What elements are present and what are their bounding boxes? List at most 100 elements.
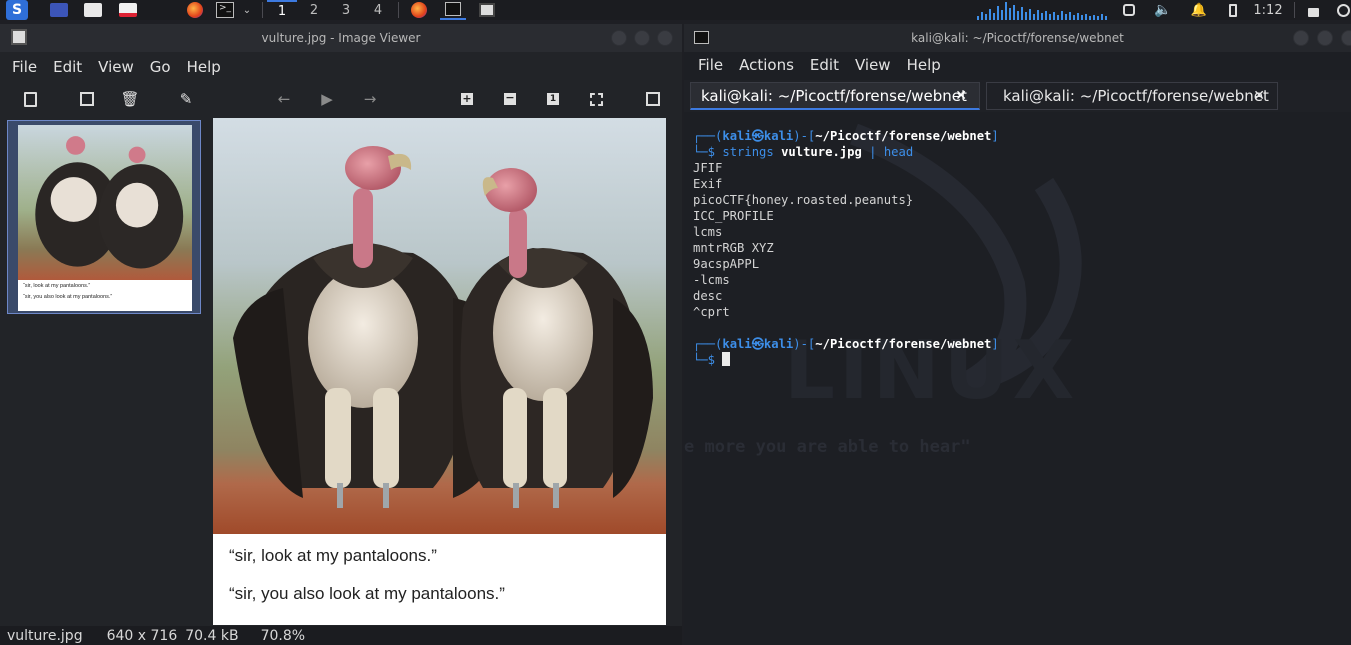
file-manager-icon[interactable] xyxy=(82,0,104,20)
maximize-button[interactable] xyxy=(634,30,650,46)
close-tab-icon[interactable]: ✕ xyxy=(1253,88,1265,104)
command-pipe: | head xyxy=(869,145,914,159)
open-file-icon[interactable] xyxy=(21,90,39,108)
network-icon[interactable] xyxy=(1120,0,1138,20)
output-line: 9acspAPPL xyxy=(693,257,760,271)
workspace-3[interactable]: 3 xyxy=(331,0,361,20)
terminal-window-icon[interactable] xyxy=(440,0,466,20)
terminal-app-icon xyxy=(694,31,709,44)
image-viewer-app-icon xyxy=(11,29,27,45)
taskbar-divider xyxy=(1294,2,1295,18)
output-line: desc xyxy=(693,289,723,303)
output-line: -lcms xyxy=(693,273,730,287)
prompt-line-2: ┌──(kali㉿kali)-[~/Picoctf/forense/webnet… xyxy=(693,337,999,351)
chevron-down-icon[interactable]: ⌄ xyxy=(240,0,254,20)
close-tab-icon[interactable]: ✕ xyxy=(955,88,967,104)
thumbnail-caption-line-1: “sir, look at my pantaloons.” xyxy=(23,283,91,289)
kali-menu-icon[interactable]: S xyxy=(4,0,30,20)
input-line[interactable]: └─$ xyxy=(693,352,999,368)
terminal-menu-actions[interactable]: Actions xyxy=(733,56,800,74)
fullscreen-icon[interactable] xyxy=(644,90,662,108)
clock[interactable]: 1:12 xyxy=(1252,0,1284,20)
terminal-tab-1-label: kali@kali: ~/Picoctf/forense/webnet xyxy=(701,86,967,105)
terminal-output[interactable]: ┌──(kali㉿kali)-[~/Picoctf/forense/webnet… xyxy=(693,128,999,368)
terminal-menubar: File Actions Edit View Help xyxy=(684,50,1351,80)
terminal-menu-view[interactable]: View xyxy=(849,56,897,74)
terminal-close-button[interactable] xyxy=(1341,30,1351,46)
status-filesize: 70.4 kB xyxy=(185,627,239,644)
terminal-menu-edit[interactable]: Edit xyxy=(804,56,845,74)
workspace-4[interactable]: 4 xyxy=(363,0,393,20)
edit-pencil-icon[interactable]: ✎ xyxy=(177,90,195,108)
notification-bell-icon[interactable]: 🔔 xyxy=(1190,0,1208,20)
power-icon[interactable] xyxy=(1336,0,1351,20)
taskbar-divider xyxy=(262,2,263,18)
volume-icon[interactable]: 🔈 xyxy=(1154,0,1172,20)
prompt-user: kali㉿kali xyxy=(722,337,794,351)
previous-arrow-icon[interactable]: ← xyxy=(275,90,293,108)
image-viewer-window-icon[interactable] xyxy=(476,0,498,20)
terminal-menu-file[interactable]: File xyxy=(692,56,729,74)
image-caption-line-2: “sir, you also look at my pantaloons.” xyxy=(229,584,505,603)
viewer-window-title: vulture.jpg - Image Viewer xyxy=(261,31,421,45)
command-name: strings xyxy=(722,145,774,159)
taskbar: S >_ ⌄ 1 2 3 4 🔈 🔔 1:12 xyxy=(0,0,1351,20)
zoom-fit-icon[interactable] xyxy=(587,90,605,108)
main-image-canvas[interactable]: “sir, look at my pantaloons.” “sir, you … xyxy=(213,118,666,625)
show-desktop-icon[interactable] xyxy=(48,0,70,20)
firefox-icon[interactable] xyxy=(184,0,206,20)
menu-help[interactable]: Help xyxy=(181,58,227,76)
terminal-menu-help[interactable]: Help xyxy=(901,56,947,74)
terminal-titlebar[interactable]: kali@kali: ~/Picoctf/forense/webnet xyxy=(684,24,1351,52)
terminal-tab-2-label: kali@kali: ~/Picoctf/forense/webnet xyxy=(1003,87,1269,105)
workspace-1[interactable]: 1 xyxy=(267,0,297,20)
cpu-graph-icon xyxy=(977,2,1107,20)
taskbar-divider xyxy=(398,2,399,18)
command-line: └─$ strings vulture.jpg | head xyxy=(693,145,914,159)
close-button[interactable] xyxy=(657,30,673,46)
terminal-tabbar: kali@kali: ~/Picoctf/forense/webnet ✕ ka… xyxy=(684,80,1351,112)
text-editor-icon[interactable] xyxy=(117,0,139,20)
viewer-titlebar[interactable]: vulture.jpg - Image Viewer xyxy=(0,24,682,52)
zoom-in-icon[interactable]: + xyxy=(458,90,476,108)
viewer-menubar: File Edit View Go Help xyxy=(0,52,682,82)
delete-icon[interactable]: 🗑 xyxy=(120,90,139,108)
thumbnail-item[interactable]: “sir, look at my pantaloons.” “sir, you … xyxy=(7,120,201,314)
prompt-line-1: ┌──(kali㉿kali)-[~/Picoctf/forense/webnet… xyxy=(693,129,999,143)
terminal-window: kali@kali: ~/Picoctf/forense/webnet File… xyxy=(684,24,1351,645)
terminal-tab-2[interactable]: kali@kali: ~/Picoctf/forense/webnet ✕ xyxy=(986,82,1278,110)
menu-go[interactable]: Go xyxy=(144,58,177,76)
workspace-2[interactable]: 2 xyxy=(299,0,329,20)
menu-file[interactable]: File xyxy=(6,58,43,76)
thumbnail-caption-line-2: “sir, you also look at my pantaloons.” xyxy=(23,294,113,300)
status-zoom: 70.8% xyxy=(260,627,306,644)
lock-icon[interactable] xyxy=(1304,0,1322,20)
prompt-user: kali㉿kali xyxy=(722,129,794,143)
terminal-tab-1[interactable]: kali@kali: ~/Picoctf/forense/webnet ✕ xyxy=(690,82,980,110)
zoom-normal-icon[interactable]: 1 xyxy=(544,90,562,108)
next-arrow-icon[interactable]: → xyxy=(361,90,379,108)
battery-icon[interactable] xyxy=(1224,0,1242,20)
output-line: lcms xyxy=(693,225,723,239)
terminal-minimize-button[interactable] xyxy=(1293,30,1309,46)
output-line: mntrRGB XYZ xyxy=(693,241,774,255)
firefox-window-icon[interactable] xyxy=(408,0,430,20)
menu-edit[interactable]: Edit xyxy=(47,58,88,76)
output-line: JFIF xyxy=(693,161,723,175)
text-cursor xyxy=(722,352,731,366)
status-filename: vulture.jpg xyxy=(7,627,83,644)
play-slideshow-icon[interactable]: ▶ xyxy=(318,90,336,108)
minimize-button[interactable] xyxy=(611,30,627,46)
zoom-out-icon[interactable]: − xyxy=(501,90,519,108)
menu-view[interactable]: View xyxy=(92,58,140,76)
prompt-dir: ~/Picoctf/forense/webnet xyxy=(815,129,992,143)
output-line: ^cprt xyxy=(693,305,730,319)
vulture-photo xyxy=(213,118,666,534)
output-line: ICC_PROFILE xyxy=(693,209,774,223)
watermark-quote: e more you are able to hear" xyxy=(684,437,971,457)
save-icon[interactable] xyxy=(78,90,96,108)
output-line: Exif xyxy=(693,177,723,191)
terminal-launcher-icon[interactable]: >_ xyxy=(214,0,236,20)
terminal-maximize-button[interactable] xyxy=(1317,30,1333,46)
status-dimensions: 640 x 716 xyxy=(106,627,178,644)
